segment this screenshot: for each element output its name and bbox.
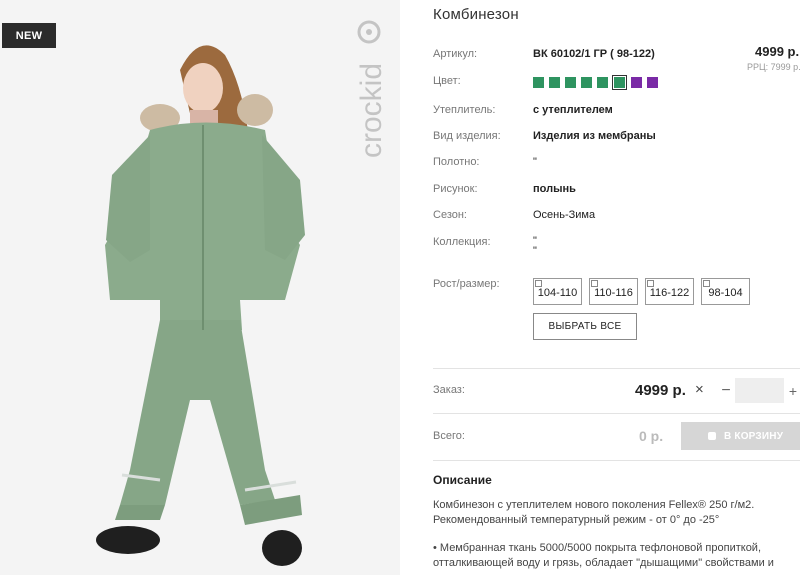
color-swatch[interactable] <box>631 77 642 88</box>
attr-value-pattern: полынь <box>533 183 576 195</box>
color-swatch[interactable] <box>581 77 592 88</box>
order-label: Заказ: <box>433 384 465 396</box>
attr-value-insulation: с утеплителем <box>533 104 613 116</box>
color-swatch[interactable] <box>597 77 608 88</box>
description-line: Комбинезон с утеплителем нового поколени… <box>433 499 755 511</box>
description-line: отталкивающей воду и грязь, обладает "ды… <box>433 557 774 569</box>
size-option-label: 110-116 <box>594 287 633 299</box>
new-badge: NEW <box>2 23 56 48</box>
increase-quantity-button[interactable]: + <box>786 379 800 403</box>
attr-label-color: Цвет: <box>433 75 461 87</box>
attr-label-pattern: Рисунок: <box>433 183 478 195</box>
divider <box>433 368 800 369</box>
color-swatch[interactable] <box>549 77 560 88</box>
size-checkbox-icon <box>535 280 542 287</box>
product-price: 4999 р. <box>755 44 800 59</box>
select-all-button[interactable]: ВЫБРАТЬ ВСЕ <box>533 313 637 340</box>
description-heading: Описание <box>433 473 492 487</box>
size-checkbox-icon <box>647 280 654 287</box>
order-price: 4999 р. <box>635 382 686 399</box>
attr-value-collection: " " <box>533 235 537 257</box>
add-to-cart-label: В КОРЗИНУ <box>724 430 784 442</box>
attr-label-season: Сезон: <box>433 209 467 221</box>
total-value: 0 р. <box>639 428 664 444</box>
product-details: Комбинезон 4999 р. РРЦ: 7999 р. Артикул:… <box>433 0 800 575</box>
total-label: Всего: <box>433 430 465 442</box>
decrease-quantity-button[interactable]: − <box>718 379 734 403</box>
size-checkbox-icon <box>591 280 598 287</box>
product-photo <box>0 0 400 575</box>
divider <box>433 413 800 414</box>
color-swatch-selected[interactable] <box>612 75 627 90</box>
description-line: • Мембранная ткань 5000/5000 покрыта теф… <box>433 542 762 554</box>
size-option-label: 104-110 <box>537 287 578 299</box>
attr-label-insulation: Утеплитель: <box>433 104 496 116</box>
svg-text:crockid: crockid <box>355 63 388 158</box>
add-to-cart-button[interactable]: В КОРЗИНУ <box>681 422 800 450</box>
size-option-label: 116-122 <box>649 287 690 299</box>
color-swatch[interactable] <box>565 77 576 88</box>
attr-value-type: Изделия из мембраны <box>533 130 656 142</box>
size-option[interactable]: 104-110 <box>533 278 582 305</box>
color-swatch[interactable] <box>647 77 658 88</box>
size-label: Рост/размер: <box>433 278 500 290</box>
recommended-price: РРЦ: 7999 р. <box>747 62 800 72</box>
size-options: 104-110 110-116 116-122 98-104 <box>533 278 750 305</box>
size-checkbox-icon <box>703 280 710 287</box>
product-image[interactable]: NEW crockid crockid <box>0 0 400 575</box>
description-line: Рекомендованный температурный режим - от… <box>433 514 720 526</box>
attr-label-fabric: Полотно: <box>433 156 480 168</box>
attr-value-article: ВК 60102/1 ГР ( 98-122) <box>533 48 655 60</box>
attr-label-type: Вид изделия: <box>433 130 501 142</box>
size-option[interactable]: 116-122 <box>645 278 694 305</box>
remove-icon[interactable]: × <box>695 381 704 398</box>
product-title: Комбинезон <box>433 6 519 23</box>
attr-label-collection: Коллекция: <box>433 236 491 248</box>
size-option[interactable]: 98-104 <box>701 278 750 305</box>
quantity-input[interactable] <box>735 378 784 403</box>
size-option[interactable]: 110-116 <box>589 278 638 305</box>
attr-label-article: Артикул: <box>433 48 478 60</box>
brand-logo: crockid crockid <box>355 20 388 158</box>
color-swatch[interactable] <box>533 77 544 88</box>
attr-value-season: Осень-Зима <box>533 209 596 221</box>
attr-value-fabric: " <box>533 156 537 168</box>
cart-icon <box>708 432 716 440</box>
size-option-label: 98-104 <box>708 287 743 299</box>
divider <box>433 460 800 461</box>
color-swatches <box>533 75 658 90</box>
